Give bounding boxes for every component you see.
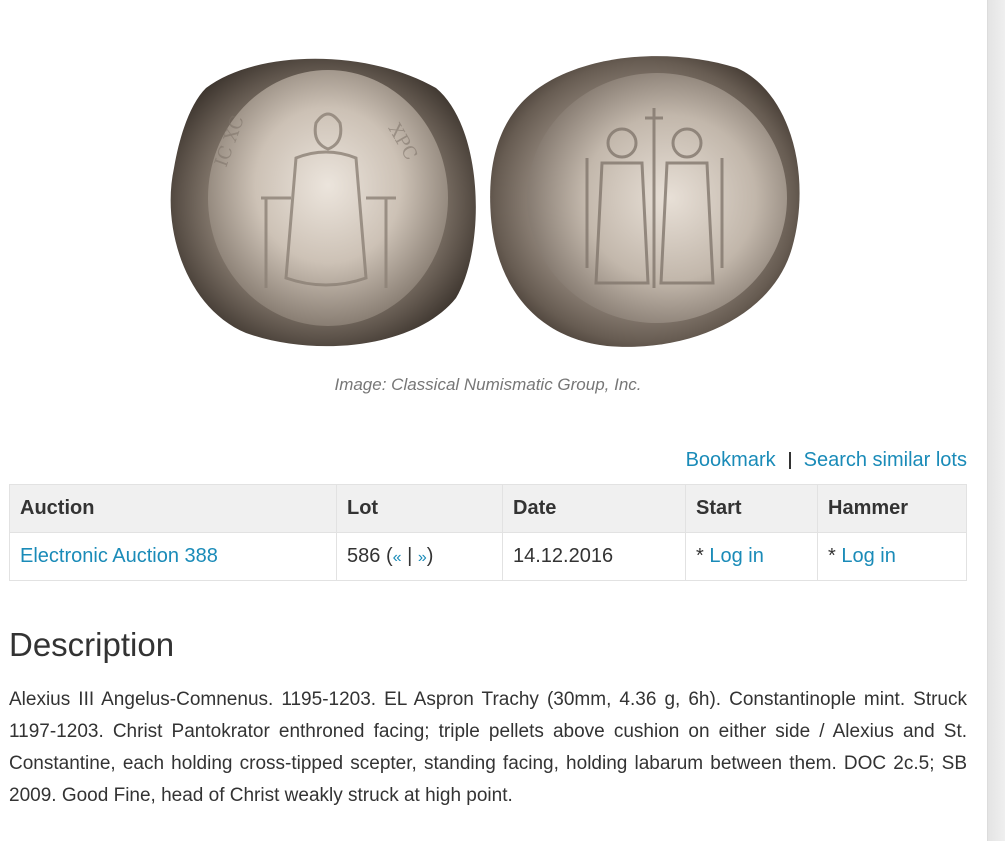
next-lot-link[interactable]: » xyxy=(418,549,427,566)
date-cell: 14.12.2016 xyxy=(502,532,686,581)
lot-table-header-row: Auction Lot Date Start Hammer xyxy=(9,484,967,533)
auction-link[interactable]: Electronic Auction 388 xyxy=(20,545,218,567)
action-separator xyxy=(788,452,791,469)
hammer-login-link[interactable]: Log in xyxy=(841,545,896,567)
description-text: Alexius III Angelus-Comnenus. 1195-1203.… xyxy=(9,689,967,806)
lot-number: 586 xyxy=(347,545,381,567)
image-credit: Image: Classical Numismatic Group, Inc. xyxy=(334,375,642,394)
header-start: Start xyxy=(685,484,818,533)
lot-nav: (« | ») xyxy=(385,545,434,567)
start-login-link[interactable]: Log in xyxy=(709,545,764,567)
lot-actions: Bookmark Search similar lots xyxy=(686,449,967,472)
header-date: Date xyxy=(502,484,686,533)
coin-reverse-image[interactable] xyxy=(487,48,807,352)
bookmark-link[interactable]: Bookmark xyxy=(686,449,776,472)
search-similar-lots-link[interactable]: Search similar lots xyxy=(804,449,967,472)
coin-obverse-image[interactable]: IC XC XPC xyxy=(166,48,484,354)
lot-nav-divider: | xyxy=(407,545,413,567)
hammer-cell: * Log in xyxy=(817,532,967,581)
start-cell: * Log in xyxy=(685,532,818,581)
hammer-prefix: * xyxy=(828,545,842,567)
auction-cell: Electronic Auction 388 xyxy=(9,532,337,581)
coin-images: IC XC XPC xyxy=(9,0,967,360)
page-scrollbar[interactable] xyxy=(987,0,1005,841)
start-prefix: * xyxy=(696,545,710,567)
table-row: Electronic Auction 388 586 (« | ») 14.12… xyxy=(9,532,967,581)
header-lot: Lot xyxy=(336,484,503,533)
lot-table: Auction Lot Date Start Hammer Electronic… xyxy=(9,484,967,581)
header-auction: Auction xyxy=(9,484,337,533)
description-heading: Description xyxy=(9,626,175,663)
lot-cell: 586 (« | ») xyxy=(336,532,503,581)
previous-lot-link[interactable]: « xyxy=(393,549,402,566)
header-hammer: Hammer xyxy=(817,484,967,533)
